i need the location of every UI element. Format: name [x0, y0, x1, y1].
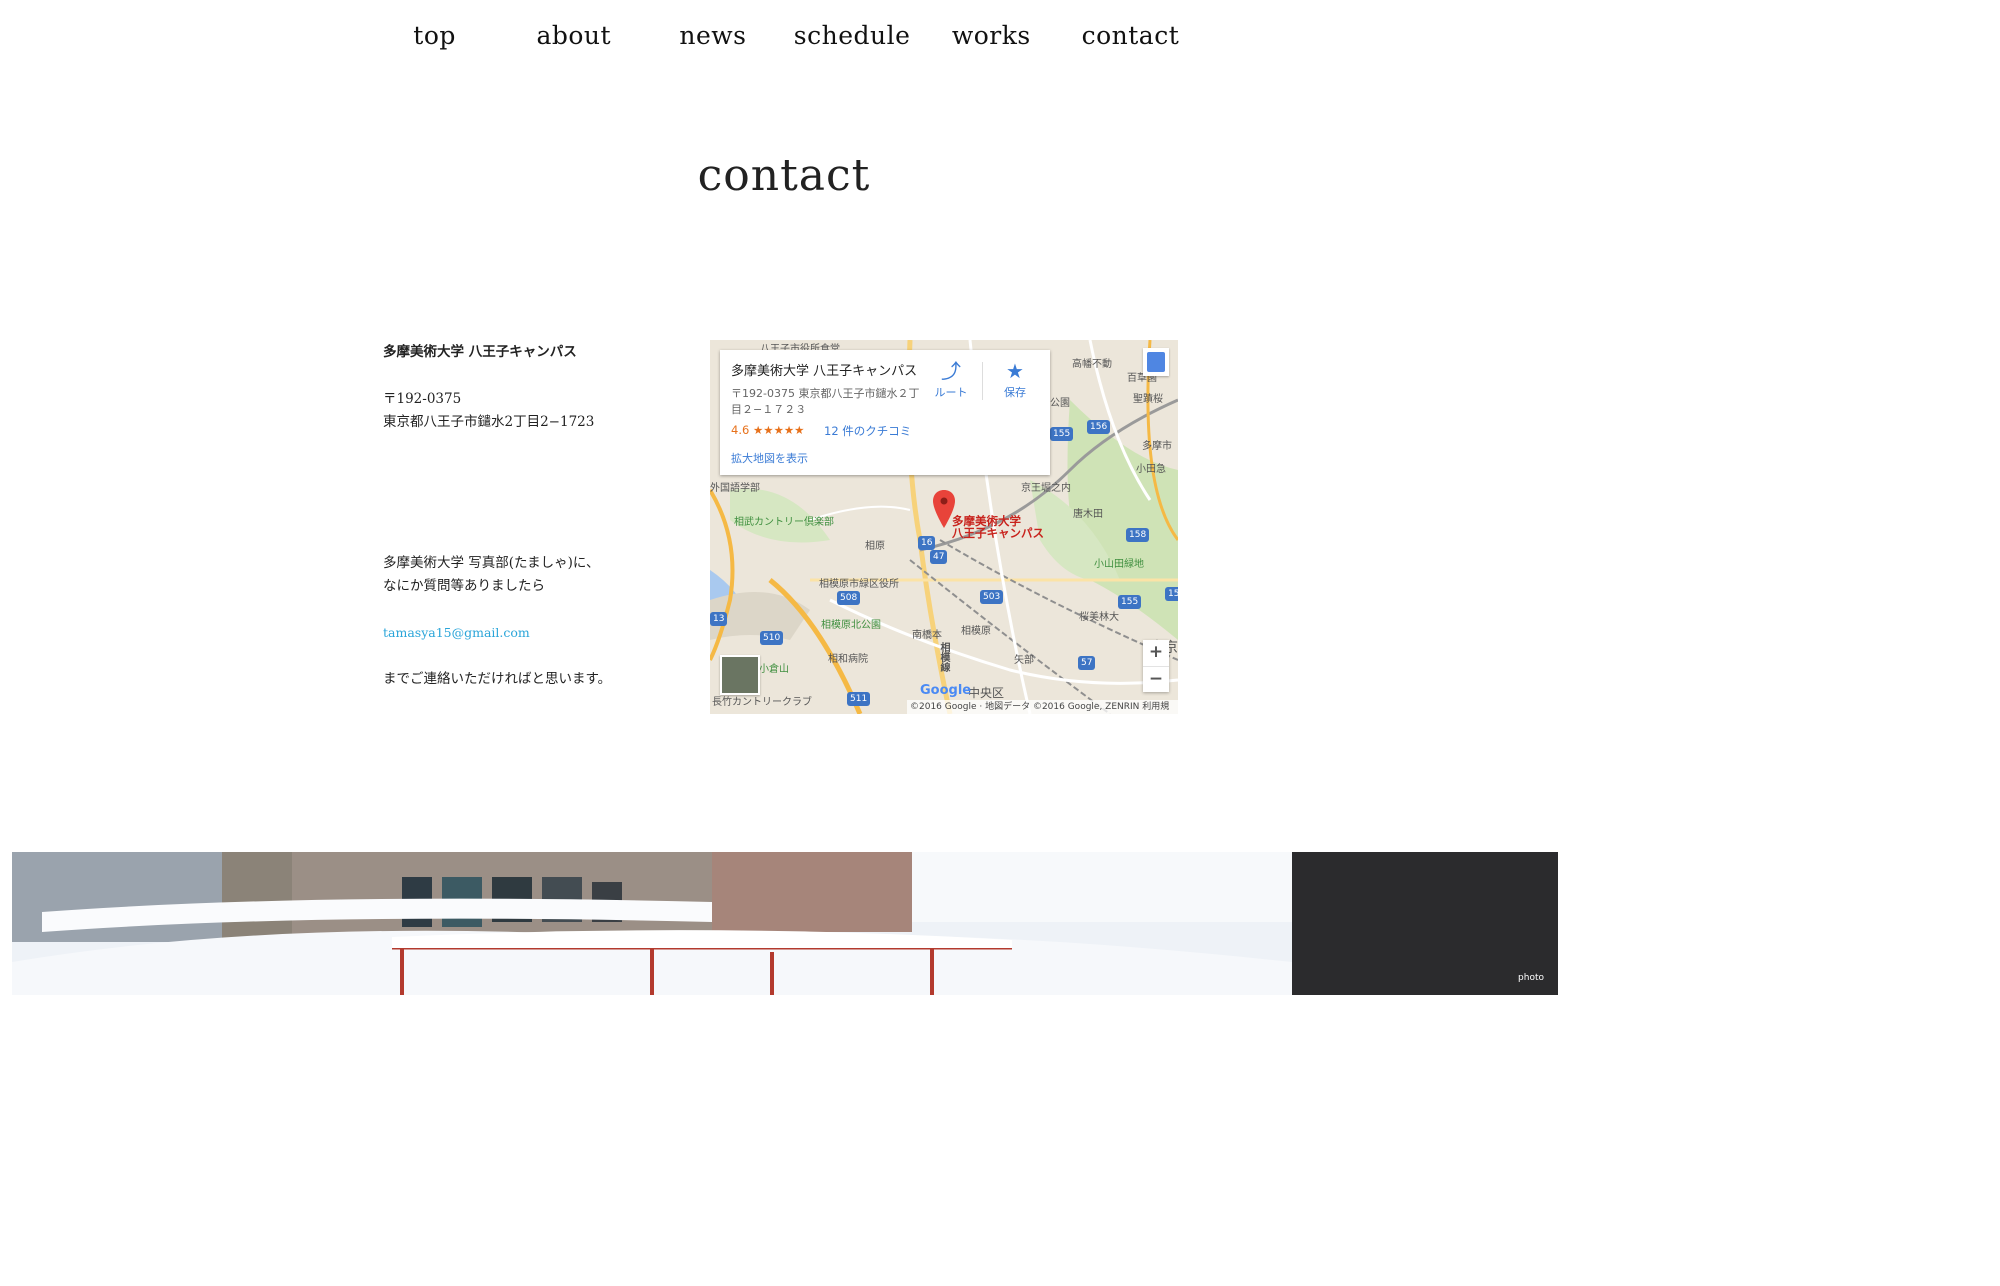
snow-scene-image: [12, 852, 1558, 995]
place-address: 〒192-0375 東京都八王子市鑓水２丁目２−１７２３: [731, 387, 920, 416]
map-label-foreign: 外国語学部: [710, 483, 760, 494]
postal-code: 〒192-0375: [383, 391, 462, 407]
save-button[interactable]: ★ 保存: [990, 358, 1040, 400]
street-view-pegman-icon[interactable]: [1143, 348, 1169, 376]
map-label-sagami-line: 相模線: [938, 642, 949, 672]
main-nav: top about news schedule works contact: [365, 0, 1200, 72]
route-shield: 503: [980, 590, 1004, 604]
place-rating: 4.6 ★★★★★: [731, 423, 805, 437]
route-shield: 57: [1078, 656, 1096, 670]
route-shield: 155: [1165, 587, 1178, 601]
map-label-shoseki: 聖蹟桜: [1133, 394, 1163, 405]
campus-name: 多摩美術大学 八王子キャンパス: [383, 344, 577, 360]
save-label: 保存: [1004, 386, 1026, 399]
map-label-odakyu: 小田急: [1136, 464, 1166, 475]
route-shield: 16: [918, 536, 936, 550]
google-map[interactable]: 八王子市役所食堂 高幡不動 百草園 聖蹟桜 公園 多摩市 小田急 外国語学部 京…: [710, 340, 1178, 714]
directions-icon: ⤴: [941, 359, 961, 383]
reviews-link[interactable]: 12 件のクチコミ: [824, 423, 911, 439]
nav-about[interactable]: about: [504, 0, 643, 72]
map-label-park: 公園: [1050, 398, 1070, 409]
map-label-hashimoto: 南橋本: [912, 630, 942, 641]
nav-top[interactable]: top: [365, 0, 504, 72]
map-label-yabe: 矢部: [1014, 655, 1034, 666]
map-label-sowa: 相和病院: [828, 654, 868, 665]
route-shield: 155: [1050, 427, 1074, 441]
map-label-takahata: 高幡不動: [1072, 359, 1112, 370]
photo-caption: photo: [1518, 973, 1544, 983]
route-shield: 47: [930, 550, 948, 564]
zoom-control: + −: [1143, 640, 1169, 692]
google-logo: Google: [920, 683, 972, 698]
map-label-nagatake: 長竹カントリークラブ: [712, 697, 812, 708]
route-shield: 510: [760, 631, 784, 645]
map-label-sagami-cc: 相武カントリー倶楽部: [734, 517, 834, 528]
route-shield: 155: [1118, 595, 1142, 609]
larger-map-link[interactable]: 拡大地図を表示: [731, 450, 808, 466]
route-shield: 156: [1087, 420, 1111, 434]
map-label-chuo: 中央区: [968, 686, 1005, 700]
closing-text: までご連絡いただければと思います。: [383, 671, 612, 687]
map-label-kita-park: 相模原北公園: [821, 620, 881, 631]
zoom-out-button[interactable]: −: [1143, 666, 1169, 693]
map-info-card: 多摩美術大学 八王子キャンパス 〒192-0375 東京都八王子市鑓水２丁目２−…: [720, 350, 1050, 475]
card-divider: [982, 362, 983, 400]
route-shield: 511: [847, 692, 871, 706]
route-shield: 508: [837, 591, 861, 605]
map-label-karakida: 唐木田: [1073, 509, 1103, 520]
map-label-aihara: 相原: [865, 541, 885, 552]
map-label-midori-office: 相模原市緑区役所: [819, 579, 899, 590]
zoom-in-button[interactable]: +: [1143, 640, 1169, 666]
nav-news[interactable]: news: [643, 0, 782, 72]
map-label-sagamihara: 相模原: [961, 626, 991, 637]
message-line-2: なにか質問等ありましたら: [383, 578, 545, 594]
email-link[interactable]: tamasya15@gmail.com: [383, 621, 530, 645]
directions-button[interactable]: ⤴ ルート: [926, 358, 976, 400]
map-label-koyama: 小倉山: [759, 664, 789, 675]
satellite-toggle[interactable]: [720, 655, 760, 695]
map-label-tama: 多摩市: [1142, 441, 1172, 452]
map-label-keio: 京王堀之内: [1021, 483, 1071, 494]
route-shield: 158: [1126, 528, 1150, 542]
star-icon: ★: [1006, 359, 1024, 383]
map-copyright: ©2016 Google · 地図データ ©2016 Google, ZENRI…: [907, 700, 1178, 714]
address: 東京都八王子市鑓水2丁目2−1723: [383, 414, 595, 430]
nav-works[interactable]: works: [922, 0, 1061, 72]
map-pin-label-2: 八王子キャンパス: [952, 526, 1044, 540]
footer-photo: photo: [12, 852, 1558, 995]
map-label-sakura: 桜美林大: [1079, 612, 1119, 623]
message-line-1: 多摩美術大学 写真部(たましゃ)に、: [383, 555, 600, 571]
map-label-koyamada: 小山田緑地: [1094, 559, 1144, 570]
route-shield: 13: [710, 612, 728, 626]
directions-label: ルート: [934, 386, 968, 399]
page-title: contact: [697, 150, 871, 201]
place-name: 多摩美術大学 八王子キャンパス: [731, 364, 918, 379]
nav-contact[interactable]: contact: [1061, 0, 1200, 72]
nav-schedule[interactable]: schedule: [783, 0, 922, 72]
